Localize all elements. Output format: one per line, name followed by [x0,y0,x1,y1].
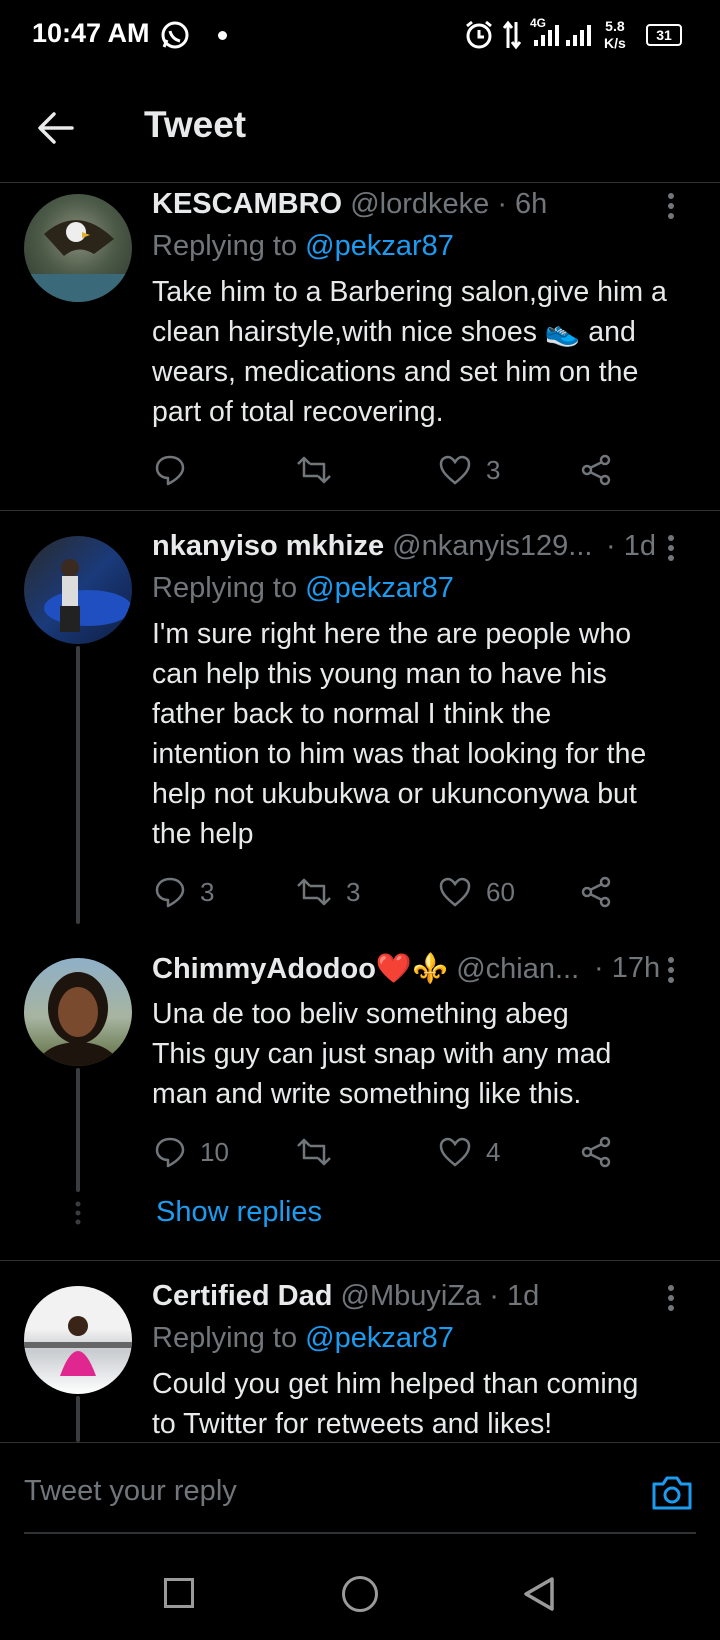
home-button[interactable] [342,1576,378,1612]
mention-link[interactable]: @pekzar87 [305,1322,454,1354]
avatar[interactable] [24,194,132,302]
tweet-author-line[interactable]: ChimmyAdodoo❤️⚜️ @chian... [152,952,579,986]
tweet-text: Take him to a Barbering salon,give him a… [152,276,667,428]
more-options-icon[interactable] [665,1284,677,1312]
mention-link[interactable]: @pekzar87 [305,572,454,604]
thread-dots-icon [75,1201,81,1225]
heart-icon [439,455,471,485]
retweet-icon [297,878,331,906]
tweet-author-line[interactable]: KESCAMBRO @lordkeke · 6h [152,188,547,221]
network-speed: 5.8 K/s [604,18,626,51]
retweet-button[interactable] [296,454,346,486]
camera-icon[interactable] [650,1474,694,1512]
heart-icon [439,1137,471,1167]
status-time: 10:47 AM [32,18,150,48]
reply-icon [155,455,185,486]
author-handle[interactable]: @lordkeke [350,188,489,220]
signal-icon [534,25,591,46]
reply-button[interactable]: 3 [154,876,214,908]
reply-icon [155,1137,185,1168]
more-options-icon[interactable] [665,534,677,562]
thread-line [76,1396,80,1442]
thread-line [76,1068,80,1192]
author-name[interactable]: nkanyiso mkhize [152,530,384,562]
tweet-author-line[interactable]: nkanyiso mkhize @nkanyis129... [152,530,592,563]
retweet-button[interactable] [296,1136,346,1168]
page-title: Tweet [144,104,247,145]
replying-to: Replying to @pekzar87 [152,572,454,604]
whatsapp-icon [161,21,189,49]
notification-dot [218,31,227,40]
replying-to: Replying to @pekzar87 [152,230,454,262]
avatar[interactable] [24,1286,132,1394]
data-transfer-icon [502,20,522,50]
reply-input-underline [24,1532,696,1534]
share-icon[interactable] [580,1136,612,1168]
reply-button[interactable] [154,454,200,486]
like-button[interactable]: 4 [438,1136,500,1168]
like-button[interactable]: 3 [438,454,500,486]
reply-button[interactable]: 10 [154,1136,229,1168]
reply-input[interactable]: Tweet your reply [24,1475,237,1508]
header-divider [0,182,720,183]
like-button[interactable]: 60 [438,876,515,908]
tweet-time: · 17h [594,952,661,984]
recents-button[interactable] [164,1578,194,1608]
tweet-text: Una de too beliv something abeg This guy … [152,998,612,1110]
tweet-text: Could you get him helped than coming to T… [152,1368,639,1440]
tweet-time: · 1d [606,530,656,562]
share-icon[interactable] [580,876,612,908]
more-options-icon[interactable] [665,192,677,220]
replying-to: Replying to @pekzar87 [152,1322,454,1354]
mention-link[interactable]: @pekzar87 [305,230,454,262]
tweet-divider [0,510,720,511]
show-replies-link[interactable]: Show replies [156,1196,322,1229]
reply-icon [155,877,185,908]
tweet-text: I'm sure right here the are people who ca… [152,618,647,850]
author-name[interactable]: KESCAMBRO [152,188,342,220]
back-arrow-icon[interactable] [36,108,76,148]
tweet-divider [0,1260,720,1261]
alarm-icon [466,20,492,49]
back-nav-icon[interactable] [522,1576,556,1612]
avatar[interactable] [24,536,132,644]
retweet-icon [297,1138,331,1166]
battery-icon: 31 [646,24,682,46]
author-name[interactable]: ChimmyAdodoo❤️⚜️ [152,953,448,985]
author-handle[interactable]: @MbuyiZa [341,1280,482,1312]
share-icon[interactable] [580,454,612,486]
thread-line [76,646,80,924]
more-options-icon[interactable] [665,956,677,984]
avatar[interactable] [24,958,132,1066]
tweet-author-line[interactable]: Certified Dad @MbuyiZa · 1d [152,1280,539,1313]
retweet-button[interactable]: 3 [296,876,360,908]
tweet-time: · 6h [497,188,548,220]
tweet-time: · 1d [489,1280,540,1312]
author-handle[interactable]: @chian... [456,953,579,985]
author-name[interactable]: Certified Dad [152,1280,332,1312]
retweet-icon [297,456,331,484]
author-handle[interactable]: @nkanyis129... [392,530,592,562]
heart-icon [439,877,471,907]
